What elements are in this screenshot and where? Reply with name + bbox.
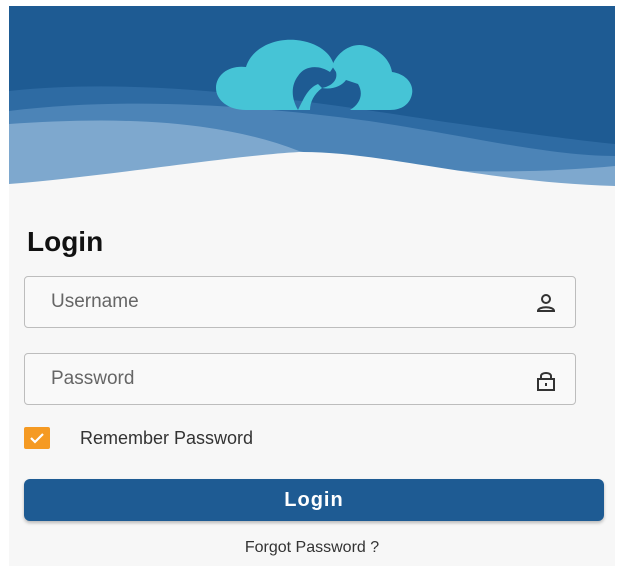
password-field[interactable] <box>24 353 576 405</box>
checkmark-icon <box>30 433 44 444</box>
login-screen: Login Remember Password Login Forgot Pas… <box>9 6 615 566</box>
page-title: Login <box>27 226 104 257</box>
header-banner <box>9 6 615 192</box>
password-input[interactable] <box>25 354 575 404</box>
lock-icon <box>537 372 555 391</box>
remember-password-label: Remember Password <box>80 427 254 448</box>
login-button[interactable]: Login <box>24 479 604 521</box>
forgot-password-link[interactable]: Forgot Password ? <box>9 539 615 557</box>
remember-password-row[interactable]: Remember Password <box>24 425 253 451</box>
cloud-music-icon <box>216 39 413 110</box>
user-icon <box>536 294 556 312</box>
username-field[interactable] <box>24 276 576 328</box>
username-input[interactable] <box>25 277 575 327</box>
remember-password-checkbox[interactable] <box>24 427 50 449</box>
